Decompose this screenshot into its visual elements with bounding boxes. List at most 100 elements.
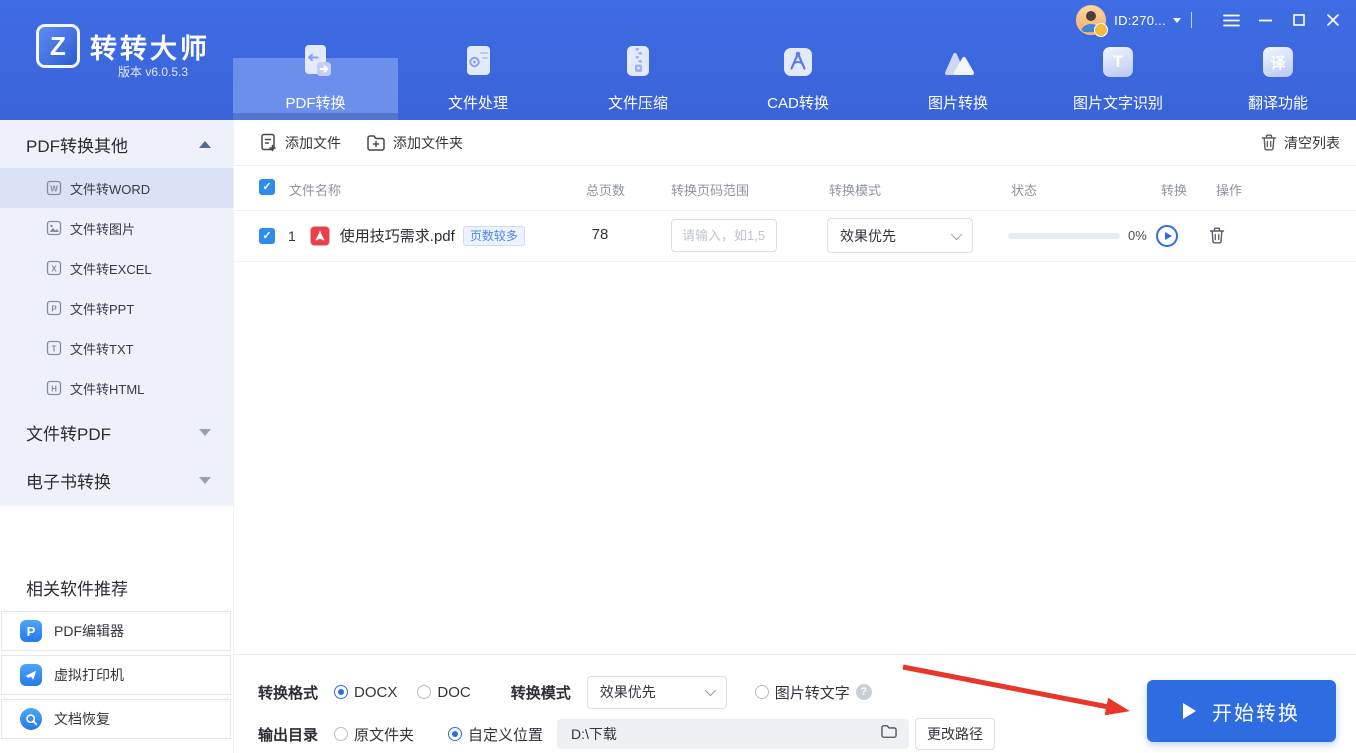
total-pages-value: 78 xyxy=(580,226,620,243)
output-path-value: D:\下载 xyxy=(571,724,617,744)
file-name: 使用技巧需求.pdf xyxy=(340,225,455,246)
radio-icon xyxy=(448,727,462,741)
help-icon[interactable]: ? xyxy=(856,684,872,700)
svg-text:T: T xyxy=(52,344,57,353)
virtual-printer-icon xyxy=(20,664,42,686)
radio-icon xyxy=(334,685,348,699)
page-range-input[interactable] xyxy=(671,219,777,252)
sidebar-item-to-html[interactable]: H 文件转HTML xyxy=(0,368,233,408)
window-controls: ID:270... xyxy=(1076,5,1342,35)
title-bar: Z 转转大师 版本 v6.0.5.3 PDF转换 xyxy=(0,0,1356,120)
recommend-virtual-printer[interactable]: 虚拟打印机 xyxy=(1,655,231,695)
row-mode-select[interactable]: 效果优先 xyxy=(827,218,973,253)
output-path-field[interactable]: D:\下载 xyxy=(557,719,909,749)
settings-panel: 转换格式 DOCX DOC 转换模式 效果优先 图片转文字 xyxy=(234,654,1356,753)
radio-ocr[interactable]: 图片转文字 xyxy=(755,682,850,703)
folder-icon[interactable] xyxy=(880,724,898,744)
progress-bar xyxy=(1008,233,1120,239)
file-process-icon xyxy=(456,40,500,84)
table-row: 1 使用技巧需求.pdf 页数较多 78 效果优先 0% xyxy=(234,210,1356,262)
recommend-doc-recovery[interactable]: 文档恢复 xyxy=(1,699,231,739)
add-file-icon xyxy=(259,133,278,152)
row-delete-button[interactable] xyxy=(1209,227,1225,249)
chevron-down-icon xyxy=(704,685,715,696)
row-checkbox[interactable] xyxy=(259,228,275,244)
play-icon xyxy=(1165,232,1172,240)
image-convert-icon xyxy=(936,40,980,84)
tab-image-convert[interactable]: 图片转换 xyxy=(878,0,1038,120)
svg-text:H: H xyxy=(51,384,57,393)
recommend-title: 相关软件推荐 xyxy=(26,575,128,600)
pdf-file-icon xyxy=(310,226,330,246)
divider xyxy=(1191,12,1192,28)
sidebar-section-to-pdf[interactable]: 文件转PDF xyxy=(0,410,233,454)
sidebar-item-to-excel[interactable]: X 文件转EXCEL xyxy=(0,248,233,288)
tab-file-compress[interactable]: 文件压缩 xyxy=(558,0,718,120)
svg-text:X: X xyxy=(51,264,57,273)
pages-badge: 页数较多 xyxy=(463,226,525,246)
sidebar-item-to-txt[interactable]: T 文件转TXT xyxy=(0,328,233,368)
add-file-button[interactable]: 添加文件 xyxy=(259,120,341,165)
mode-select[interactable]: 效果优先 xyxy=(587,676,727,709)
tab-file-process[interactable]: 文件处理 xyxy=(398,0,558,120)
user-avatar[interactable] xyxy=(1076,5,1106,35)
start-convert-button[interactable]: 开始转换 xyxy=(1147,680,1336,742)
sidebar-section-ebook[interactable]: 电子书转换 xyxy=(0,458,233,502)
col-file-name: 文件名称 xyxy=(289,180,341,199)
collapse-caret-icon xyxy=(199,141,211,148)
add-folder-icon xyxy=(366,134,386,152)
col-status: 状态 xyxy=(1011,180,1037,199)
tab-pdf-convert[interactable]: PDF转换 xyxy=(233,0,398,120)
trash-icon xyxy=(1209,227,1225,244)
app-window: Z 转转大师 版本 v6.0.5.3 PDF转换 xyxy=(0,0,1356,753)
svg-text:P: P xyxy=(51,304,57,313)
recommend-pdf-editor[interactable]: P PDF编辑器 xyxy=(1,611,231,651)
format-label: 转换格式 xyxy=(258,682,318,703)
select-all-checkbox[interactable] xyxy=(259,179,275,195)
vip-badge-icon xyxy=(1094,23,1108,37)
col-mode: 转换模式 xyxy=(829,180,881,199)
user-menu-caret-icon[interactable] xyxy=(1173,18,1181,23)
ppt-file-icon: P xyxy=(46,300,62,316)
word-file-icon: W xyxy=(46,180,62,196)
sidebar: PDF转换其他 W 文件转WORD 文件转图片 X 文件转EXCEL xyxy=(0,120,233,753)
radio-custom-location[interactable]: 自定义位置 xyxy=(448,724,543,745)
add-folder-button[interactable]: 添加文件夹 xyxy=(366,120,463,165)
minimize-icon[interactable] xyxy=(1256,11,1274,29)
maximize-icon[interactable] xyxy=(1290,11,1308,29)
app-logo-icon: Z xyxy=(36,24,80,68)
radio-source-folder[interactable]: 原文件夹 xyxy=(334,724,414,745)
menu-icon[interactable] xyxy=(1222,11,1240,29)
row-convert-play-button[interactable] xyxy=(1156,225,1178,247)
clear-list-button[interactable]: 清空列表 xyxy=(1261,120,1340,165)
progress-percent: 0% xyxy=(1128,228,1147,243)
col-total-pages: 总页数 xyxy=(586,180,625,199)
change-path-button[interactable]: 更改路径 xyxy=(915,718,995,750)
radio-doc[interactable]: DOC xyxy=(417,684,470,701)
row-index: 1 xyxy=(288,228,296,244)
user-id[interactable]: ID:270... xyxy=(1114,13,1166,28)
col-convert: 转换 xyxy=(1161,180,1187,199)
translate-icon: 译 xyxy=(1256,40,1300,84)
main-area: 添加文件 添加文件夹 清空列表 文件名称 总页数 xyxy=(233,120,1356,753)
pdf-convert-icon xyxy=(294,40,338,84)
image-file-icon xyxy=(46,220,62,236)
expand-caret-icon xyxy=(199,429,211,436)
radio-docx[interactable]: DOCX xyxy=(334,684,397,701)
app-title: 转转大师 xyxy=(90,27,210,66)
sidebar-menu: PDF转换其他 W 文件转WORD 文件转图片 X 文件转EXCEL xyxy=(0,120,233,506)
sidebar-item-to-ppt[interactable]: P 文件转PPT xyxy=(0,288,233,328)
tab-cad-convert[interactable]: CAD转换 xyxy=(718,0,878,120)
close-icon[interactable] xyxy=(1324,11,1342,29)
expand-caret-icon xyxy=(199,477,211,484)
doc-recovery-icon xyxy=(20,708,42,730)
sidebar-item-to-image[interactable]: 文件转图片 xyxy=(0,208,233,248)
sidebar-section-pdf-other[interactable]: PDF转换其他 xyxy=(0,122,233,166)
svg-text:W: W xyxy=(50,184,58,193)
table-header: 文件名称 总页数 转换页码范围 转换模式 状态 转换 操作 xyxy=(234,165,1356,211)
file-compress-icon xyxy=(616,40,660,84)
cad-convert-icon xyxy=(776,40,820,84)
format-row: 转换格式 DOCX DOC 转换模式 效果优先 图片转文字 xyxy=(258,676,872,708)
sidebar-item-to-word[interactable]: W 文件转WORD xyxy=(0,168,233,208)
pdf-editor-icon: P xyxy=(20,620,42,642)
